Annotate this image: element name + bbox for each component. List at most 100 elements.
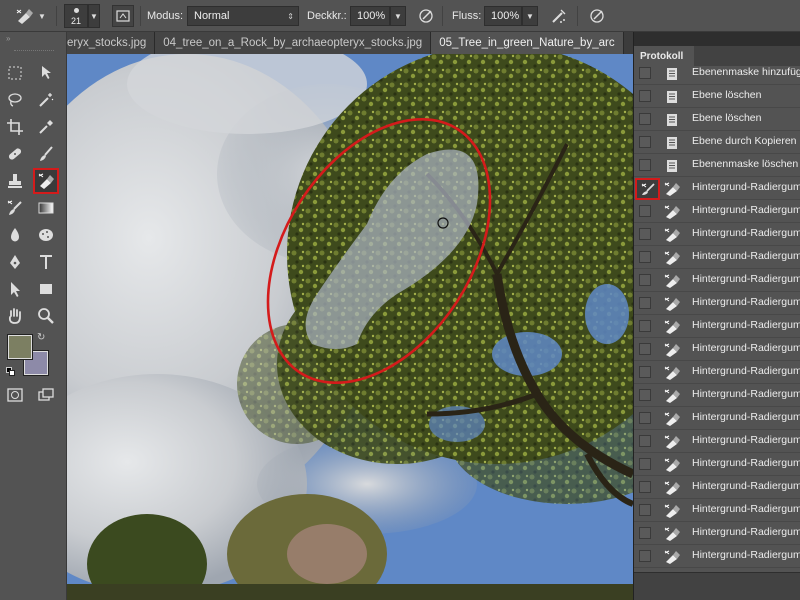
document-tab[interactable]: eryx_stocks.jpg [67, 32, 156, 54]
history-state-row[interactable]: Ebene durch Kopieren [634, 131, 800, 154]
rectangle-tool-icon[interactable] [35, 278, 57, 300]
history-state-row[interactable]: Hintergrund-Radiergummi [634, 430, 800, 453]
collapse-arrows-icon[interactable]: » [6, 34, 10, 43]
history-state-row[interactable]: Hintergrund-Radiergummi [634, 246, 800, 269]
history-state-row[interactable]: Hintergrund-Radiergummi [634, 453, 800, 476]
screen-mode-icon[interactable] [35, 384, 57, 406]
history-panel-tab[interactable]: Protokoll [634, 46, 694, 66]
history-source-checkbox[interactable] [639, 320, 651, 332]
history-source-checkbox[interactable] [639, 527, 651, 539]
history-state-row[interactable]: Hintergrund-Radiergummi [634, 476, 800, 499]
history-state-label: Ebenenmaske hinzufügen [692, 66, 800, 78]
history-source-checkbox[interactable] [639, 389, 651, 401]
history-source-checkbox[interactable] [639, 297, 651, 309]
history-state-label: Hintergrund-Radiergummi [692, 411, 800, 423]
history-state-row[interactable]: Ebene löschen [634, 108, 800, 131]
history-state-row[interactable]: Hintergrund-Radiergummi [634, 177, 800, 200]
opacity-field[interactable]: 100% ▼ [350, 0, 406, 32]
history-state-row[interactable]: Hintergrund-Radiergummi [634, 522, 800, 545]
history-state-row[interactable]: Hintergrund-Radiergummi [634, 499, 800, 522]
airbrush-button[interactable] [548, 0, 570, 32]
marquee-tool-icon[interactable] [4, 62, 26, 84]
history-source-checkbox[interactable] [639, 435, 651, 447]
history-source-checkbox[interactable] [639, 228, 651, 240]
document-tab[interactable]: 04_tree_on_a_Rock_by_archaeopteryx_stock… [155, 32, 432, 54]
background-eraser-tool-icon[interactable] [33, 168, 59, 194]
history-state-row[interactable]: Ebene löschen [634, 85, 800, 108]
history-source-checkbox[interactable] [639, 251, 651, 263]
lasso-tool-icon[interactable] [4, 89, 26, 111]
opacity-dropdown-icon[interactable]: ▼ [390, 6, 406, 26]
eyedropper-tool-icon[interactable] [35, 116, 57, 138]
history-source-checkbox[interactable] [639, 113, 651, 125]
history-brush-source-icon[interactable] [635, 178, 660, 200]
history-state-row[interactable]: Hintergrund-Radiergummi [634, 384, 800, 407]
history-source-checkbox[interactable] [639, 90, 651, 102]
brush-tool-icon[interactable] [35, 143, 57, 165]
zoom-tool-icon[interactable] [35, 305, 57, 327]
pressure-size-button[interactable] [586, 0, 608, 32]
mode-select[interactable]: Normal ⇕ [187, 0, 299, 32]
history-state-row[interactable]: Ebenenmaske löschen [634, 154, 800, 177]
history-source-checkbox[interactable] [639, 458, 651, 470]
panel-tab-bar: Protokoll [634, 46, 800, 66]
panel-header-strip[interactable] [634, 32, 800, 46]
document-tab-bar: eryx_stocks.jpg 04_tree_on_a_Rock_by_arc… [67, 32, 633, 54]
document-tab-active[interactable]: 05_Tree_in_green_Nature_by_arc [431, 32, 624, 54]
history-source-checkbox[interactable] [639, 343, 651, 355]
document-icon [662, 157, 682, 174]
history-source-checkbox[interactable] [639, 550, 651, 562]
history-state-row[interactable]: Hintergrund-Radiergummi [634, 407, 800, 430]
pen-tool-icon[interactable] [4, 251, 26, 273]
sponge-tool-icon[interactable] [35, 224, 57, 246]
history-source-checkbox[interactable] [639, 412, 651, 424]
document-icon [662, 111, 682, 128]
history-source-checkbox[interactable] [639, 159, 651, 171]
healing-brush-tool-icon[interactable] [4, 143, 26, 165]
toolbox-grip[interactable] [14, 50, 54, 53]
tool-preset-picker[interactable]: ▼ [14, 0, 46, 32]
history-state-row[interactable]: Hintergrund-Radiergummi [634, 292, 800, 315]
history-state-label: Ebene durch Kopieren [692, 135, 797, 147]
document-canvas[interactable] [67, 54, 633, 600]
history-source-checkbox[interactable] [639, 504, 651, 516]
history-state-row[interactable]: Hintergrund-Radiergummi [634, 545, 800, 568]
brush-size-dropdown-icon[interactable]: ▼ [88, 4, 100, 28]
magic-wand-tool-icon[interactable] [35, 89, 57, 111]
type-tool-icon[interactable] [35, 251, 57, 273]
sampling-button[interactable] [112, 0, 134, 32]
gradient-tool-icon[interactable] [35, 197, 57, 219]
history-state-row[interactable]: Hintergrund-Radiergummi [634, 361, 800, 384]
history-state-row[interactable]: Hintergrund-Radiergummi [634, 269, 800, 292]
history-source-checkbox[interactable] [639, 136, 651, 148]
history-state-row[interactable]: Hintergrund-Radiergummi [634, 315, 800, 338]
flow-value[interactable]: 100% [484, 6, 522, 26]
blur-tool-icon[interactable] [4, 224, 26, 246]
path-selection-tool-icon[interactable] [4, 278, 26, 300]
hand-tool-icon[interactable] [4, 305, 26, 327]
flow-field[interactable]: 100% ▼ [484, 0, 538, 32]
history-state-row[interactable]: Hintergrund-Radiergummi [634, 338, 800, 361]
history-state-row[interactable]: Hintergrund-Radiergummi [634, 223, 800, 246]
brush-size-picker[interactable]: 21 ▼ [64, 0, 100, 32]
background-eraser-icon [662, 295, 682, 312]
default-colors-icon[interactable] [6, 367, 16, 377]
history-state-row[interactable]: Ebenenmaske hinzufügen [634, 66, 800, 85]
history-source-checkbox[interactable] [639, 67, 651, 79]
foreground-color-swatch[interactable] [7, 334, 33, 360]
move-tool-icon[interactable] [35, 62, 57, 84]
history-source-checkbox[interactable] [639, 366, 651, 378]
pressure-opacity-button[interactable] [415, 0, 437, 32]
clone-stamp-tool-icon[interactable] [4, 170, 26, 192]
history-list[interactable]: Ebenenmaske hinzufügen Ebene löschen Ebene… [634, 66, 800, 572]
crop-tool-icon[interactable] [4, 116, 26, 138]
flow-dropdown-icon[interactable]: ▼ [522, 6, 538, 26]
history-state-row[interactable]: Hintergrund-Radiergummi [634, 200, 800, 223]
history-source-checkbox[interactable] [639, 274, 651, 286]
swap-colors-icon[interactable]: ↻ [37, 332, 45, 343]
history-source-checkbox[interactable] [639, 205, 651, 217]
quick-mask-icon[interactable] [4, 384, 26, 406]
history-source-checkbox[interactable] [639, 481, 651, 493]
opacity-value[interactable]: 100% [350, 6, 390, 26]
history-brush-tool-icon[interactable] [4, 197, 26, 219]
